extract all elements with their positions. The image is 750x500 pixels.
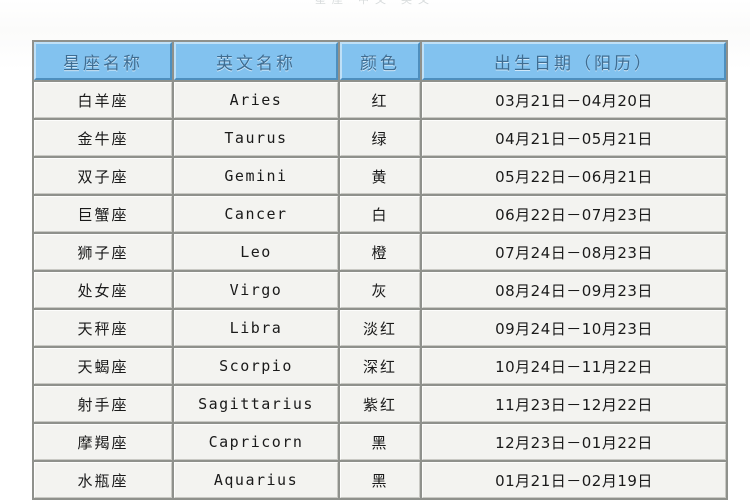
zodiac-reference-table: 星座名称 英文名称 颜色 出生日期（阳历） 白羊座 Aries 红 03月21日－04… <box>32 40 728 500</box>
cell-en: Aries <box>174 82 338 118</box>
cell-color: 灰 <box>340 272 420 308</box>
cell-en: Sagittarius <box>174 386 338 422</box>
table-row: 狮子座 Leo 橙 07月24日－08月23日 <box>34 234 726 270</box>
cell-color: 红 <box>340 82 420 118</box>
cell-color: 深红 <box>340 348 420 384</box>
column-header-color: 颜色 <box>340 42 420 80</box>
cell-date: 03月21日－04月20日 <box>422 82 726 118</box>
table-row: 射手座 Sagittarius 紫红 11月23日－12月22日 <box>34 386 726 422</box>
cell-date: 08月24日－09月23日 <box>422 272 726 308</box>
cell-date: 09月24日－10月23日 <box>422 310 726 346</box>
cell-color: 紫红 <box>340 386 420 422</box>
table-row: 金牛座 Taurus 绿 04月21日－05月21日 <box>34 120 726 156</box>
cell-date: 06月22日－07月23日 <box>422 196 726 232</box>
cell-zh: 金牛座 <box>34 120 172 156</box>
cell-zh: 白羊座 <box>34 82 172 118</box>
cell-en: Leo <box>174 234 338 270</box>
cut-off-header-text: 星座 中文 英文 <box>314 0 436 6</box>
table-body: 白羊座 Aries 红 03月21日－04月20日 金牛座 Taurus 绿 04月21日－0… <box>34 82 726 498</box>
cell-en: Taurus <box>174 120 338 156</box>
cell-en: Libra <box>174 310 338 346</box>
cell-date: 05月22日－06月21日 <box>422 158 726 194</box>
cell-en: Scorpio <box>174 348 338 384</box>
cell-date: 04月21日－05月21日 <box>422 120 726 156</box>
table-row: 摩羯座 Capricorn 黑 12月23日－01月22日 <box>34 424 726 460</box>
cell-date: 01月21日－02月19日 <box>422 462 726 498</box>
table-header: 星座名称 英文名称 颜色 出生日期（阳历） <box>34 42 726 80</box>
cell-zh: 天秤座 <box>34 310 172 346</box>
cell-zh: 天蝎座 <box>34 348 172 384</box>
cell-en: Virgo <box>174 272 338 308</box>
cell-date: 10月24日－11月22日 <box>422 348 726 384</box>
cell-color: 黄 <box>340 158 420 194</box>
column-header-english-name: 英文名称 <box>174 42 338 80</box>
cell-date: 12月23日－01月22日 <box>422 424 726 460</box>
cell-en: Cancer <box>174 196 338 232</box>
cell-zh: 处女座 <box>34 272 172 308</box>
cell-en: Capricorn <box>174 424 338 460</box>
table-row: 双子座 Gemini 黄 05月22日－06月21日 <box>34 158 726 194</box>
cell-color: 黑 <box>340 462 420 498</box>
cell-color: 淡红 <box>340 310 420 346</box>
cell-zh: 水瓶座 <box>34 462 172 498</box>
table-row: 巨蟹座 Cancer 白 06月22日－07月23日 <box>34 196 726 232</box>
cell-zh: 双子座 <box>34 158 172 194</box>
cell-color: 橙 <box>340 234 420 270</box>
cell-color: 黑 <box>340 424 420 460</box>
column-header-zodiac-name: 星座名称 <box>34 42 172 80</box>
page-background: 星座 中文 英文 星座名称 英文名称 颜色 出生日期（阳历） 白羊座 Aries 红… <box>0 0 750 500</box>
table-row: 水瓶座 Aquarius 黑 01月21日－02月19日 <box>34 462 726 498</box>
header-row: 星座名称 英文名称 颜色 出生日期（阳历） <box>34 42 726 80</box>
cell-zh: 摩羯座 <box>34 424 172 460</box>
cell-zh: 巨蟹座 <box>34 196 172 232</box>
cell-color: 白 <box>340 196 420 232</box>
cell-zh: 狮子座 <box>34 234 172 270</box>
table-row: 处女座 Virgo 灰 08月24日－09月23日 <box>34 272 726 308</box>
table-row: 天蝎座 Scorpio 深红 10月24日－11月22日 <box>34 348 726 384</box>
cell-date: 07月24日－08月23日 <box>422 234 726 270</box>
table-row: 天秤座 Libra 淡红 09月24日－10月23日 <box>34 310 726 346</box>
cell-en: Gemini <box>174 158 338 194</box>
cell-en: Aquarius <box>174 462 338 498</box>
cell-zh: 射手座 <box>34 386 172 422</box>
table-row: 白羊座 Aries 红 03月21日－04月20日 <box>34 82 726 118</box>
cell-date: 11月23日－12月22日 <box>422 386 726 422</box>
cell-color: 绿 <box>340 120 420 156</box>
column-header-birth-date: 出生日期（阳历） <box>422 42 726 80</box>
